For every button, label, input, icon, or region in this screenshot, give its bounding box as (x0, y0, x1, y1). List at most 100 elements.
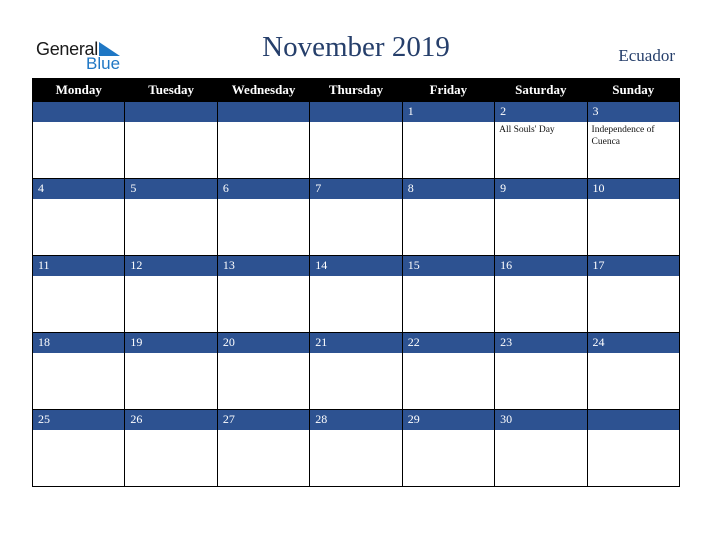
holiday-label (218, 430, 309, 432)
day-cell-9: 9 (494, 178, 588, 256)
week-row: 25 26 27 28 29 30 (31, 409, 681, 487)
day-number: 5 (125, 179, 217, 199)
day-cell-7: 7 (309, 178, 403, 256)
empty-day-cell (586, 409, 681, 487)
holiday-label (403, 276, 494, 278)
holiday-label (588, 276, 679, 278)
holiday-label (125, 430, 216, 432)
weekday-header-thursday: Thursday (309, 78, 403, 102)
day-number: 26 (125, 410, 217, 430)
day-cell-29: 29 (401, 409, 496, 487)
holiday-label (588, 353, 679, 355)
day-cell-8: 8 (401, 178, 496, 256)
day-cell-11: 11 (31, 255, 126, 333)
holiday-label: Independence of Cuenca (591, 125, 655, 147)
holiday-label: All Souls' Day (499, 125, 555, 135)
day-number: 19 (125, 333, 217, 353)
holiday-label (588, 199, 679, 201)
holiday-label (218, 199, 309, 201)
day-number (310, 102, 402, 122)
week-row: 1 2 All Souls' Day 3 Independence of Cuenca (31, 101, 681, 179)
day-number: 22 (402, 333, 495, 353)
day-cell-14: 14 (309, 255, 403, 333)
day-number: 24 (587, 333, 679, 353)
day-number: 7 (310, 179, 402, 199)
empty-day-cell (309, 101, 403, 179)
day-number: 28 (310, 410, 402, 430)
day-cell-21: 21 (309, 332, 403, 410)
day-number: 17 (587, 256, 679, 276)
day-cell-2: 2 All Souls' Day (494, 101, 588, 179)
holiday-label (495, 199, 586, 201)
day-cell-22: 22 (401, 332, 496, 410)
day-number: 25 (33, 410, 125, 430)
day-number: 12 (125, 256, 217, 276)
day-cell-24: 24 (586, 332, 681, 410)
day-number: 27 (217, 410, 310, 430)
day-cell-13: 13 (216, 255, 311, 333)
day-number: 21 (310, 333, 402, 353)
holiday-label (125, 122, 216, 124)
holiday-label (495, 430, 586, 432)
day-number: 4 (33, 179, 125, 199)
holiday-label (218, 353, 309, 355)
day-number: 20 (217, 333, 310, 353)
holiday-label (588, 430, 679, 432)
day-number (587, 410, 679, 430)
day-number (125, 102, 217, 122)
day-number: 29 (402, 410, 495, 430)
holiday-label (125, 199, 216, 201)
day-cell-10: 10 (586, 178, 681, 256)
day-cell-17: 17 (586, 255, 681, 333)
holiday-label (33, 122, 124, 124)
day-number (217, 102, 310, 122)
holiday-label (33, 430, 124, 432)
weekday-header-saturday: Saturday (494, 78, 588, 102)
holiday-label (33, 353, 124, 355)
day-number: 9 (495, 179, 587, 199)
day-cell-5: 5 (124, 178, 218, 256)
holiday-label (403, 353, 494, 355)
weekday-header-sunday: Sunday (586, 78, 681, 102)
day-cell-15: 15 (401, 255, 496, 333)
country-label: Ecuador (618, 46, 675, 65)
day-cell-16: 16 (494, 255, 588, 333)
day-number: 16 (495, 256, 587, 276)
day-number: 6 (217, 179, 310, 199)
empty-day-cell (124, 101, 218, 179)
day-cell-19: 19 (124, 332, 218, 410)
holiday-label (33, 276, 124, 278)
day-cell-6: 6 (216, 178, 311, 256)
holiday-label (310, 353, 401, 355)
day-cell-3: 3 Independence of Cuenca (586, 101, 681, 179)
calendar-grid: Monday Tuesday Wednesday Thursday Friday Satu… (31, 78, 681, 487)
holiday-label (218, 276, 309, 278)
empty-day-cell (31, 101, 126, 179)
day-cell-4: 4 (31, 178, 126, 256)
day-cell-27: 27 (216, 409, 311, 487)
holiday-label (125, 353, 216, 355)
weekday-header-row: Monday Tuesday Wednesday Thursday Friday Satu… (31, 78, 681, 102)
day-number: 18 (33, 333, 125, 353)
calendar-title: November 2019 (262, 31, 450, 63)
week-row: 4 5 6 7 8 9 10 (31, 178, 681, 256)
weekday-header-monday: Monday (31, 78, 126, 102)
holiday-label (218, 122, 309, 124)
day-number: 2 (495, 102, 587, 122)
day-number: 11 (33, 256, 125, 276)
day-number: 30 (495, 410, 587, 430)
weekday-header-friday: Friday (401, 78, 496, 102)
day-number: 10 (587, 179, 679, 199)
day-number: 8 (402, 179, 495, 199)
holiday-label (403, 430, 494, 432)
holiday-label (403, 199, 494, 201)
week-row: 18 19 20 21 22 23 24 (31, 332, 681, 410)
day-number: 13 (217, 256, 310, 276)
weekday-header-tuesday: Tuesday (124, 78, 218, 102)
day-number: 23 (495, 333, 587, 353)
day-cell-1: 1 (401, 101, 496, 179)
holiday-label (125, 276, 216, 278)
holiday-label (310, 199, 401, 201)
day-cell-12: 12 (124, 255, 218, 333)
holiday-label (310, 430, 401, 432)
